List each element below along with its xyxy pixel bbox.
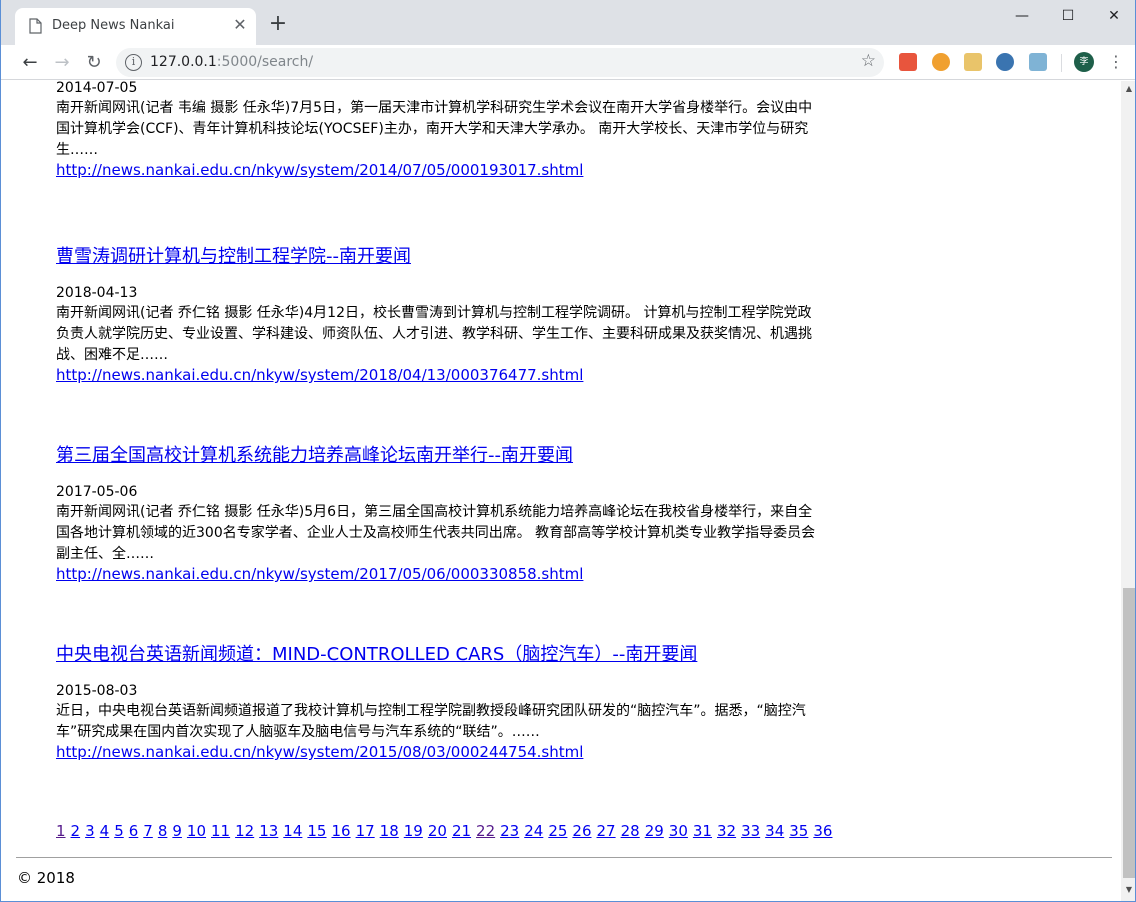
extension-fox-icon[interactable] (932, 53, 950, 71)
footer-divider (16, 857, 1112, 858)
result-date: 2017-05-06 (56, 484, 138, 500)
page-link-20[interactable]: 20 (428, 822, 447, 840)
page-link-25[interactable]: 25 (548, 822, 567, 840)
page-link-6[interactable]: 6 (129, 822, 139, 840)
result-title-link[interactable]: 曹雪涛调研计算机与控制工程学院--南开要闻 (56, 245, 816, 269)
page-link-26[interactable]: 26 (572, 822, 591, 840)
scrollbar-thumb[interactable] (1123, 588, 1135, 878)
tab-title: Deep News Nankai (52, 18, 175, 33)
profile-avatar[interactable]: 李 (1074, 52, 1094, 72)
forward-arrow-icon[interactable]: → (48, 49, 76, 77)
search-result: 第三届全国高校计算机系统能力培养高峰论坛南开举行--南开要闻 2017-05-0… (56, 444, 816, 584)
page-link-11[interactable]: 11 (211, 822, 230, 840)
result-url-link[interactable]: http://news.nankai.edu.cn/nkyw/system/20… (56, 565, 816, 584)
page-link-21[interactable]: 21 (452, 822, 471, 840)
page-link-19[interactable]: 19 (404, 822, 423, 840)
page-link-5[interactable]: 5 (114, 822, 124, 840)
page-link-17[interactable]: 17 (356, 822, 375, 840)
extension-python-icon[interactable] (996, 53, 1014, 71)
menu-dots-icon[interactable]: ⋮ (1107, 50, 1125, 74)
page-link-10[interactable]: 10 (187, 822, 206, 840)
page-link-36[interactable]: 36 (813, 822, 832, 840)
result-url-link[interactable]: http://news.nankai.edu.cn/nkyw/system/20… (56, 161, 816, 180)
browser-toolbar: ← → ↻ i 127.0.0.1:5000/search/ ☆ 李 ⋮ (1, 45, 1135, 80)
page-link-31[interactable]: 31 (693, 822, 712, 840)
page-link-34[interactable]: 34 (765, 822, 784, 840)
page-link-22[interactable]: 22 (476, 822, 495, 840)
page-link-7[interactable]: 7 (143, 822, 153, 840)
result-date: 2018-04-13 (56, 285, 138, 301)
result-date: 2015-08-03 (56, 683, 138, 699)
address-bar[interactable]: i 127.0.0.1:5000/search/ ☆ (116, 48, 884, 77)
tab-strip: Deep News Nankai ✕ + — ☐ ✕ (1, 0, 1135, 45)
browser-tab[interactable]: Deep News Nankai ✕ (15, 8, 256, 45)
result-snippet: 南开新闻网讯(记者 韦编 摄影 任永华)7月5日，第一届天津市计算机学科研究生学… (56, 100, 813, 158)
vertical-scrollbar[interactable]: ▲ ▼ (1121, 81, 1135, 901)
page-link-4[interactable]: 4 (100, 822, 110, 840)
page-link-3[interactable]: 3 (85, 822, 95, 840)
result-snippet: 近日，中央电视台英语新闻频道报道了我校计算机与控制工程学院副教授段峰研究团队研发… (56, 703, 806, 740)
browser-window: Deep News Nankai ✕ + — ☐ ✕ ← → ↻ i 127.0… (0, 0, 1136, 902)
page-link-18[interactable]: 18 (380, 822, 399, 840)
extension-dictionary-icon[interactable] (964, 53, 982, 71)
page-link-2[interactable]: 2 (71, 822, 81, 840)
page-link-24[interactable]: 24 (524, 822, 543, 840)
extension-office-icon[interactable] (899, 53, 917, 71)
page-link-35[interactable]: 35 (789, 822, 808, 840)
page-link-8[interactable]: 8 (158, 822, 168, 840)
page-link-27[interactable]: 27 (597, 822, 616, 840)
scroll-down-arrow-icon[interactable]: ▼ (1121, 882, 1135, 898)
bookmark-star-icon[interactable]: ☆ (861, 51, 876, 71)
page-link-13[interactable]: 13 (259, 822, 278, 840)
page-link-29[interactable]: 29 (645, 822, 664, 840)
page-link-16[interactable]: 16 (331, 822, 350, 840)
page-link-30[interactable]: 30 (669, 822, 688, 840)
result-date: 2014-07-05 (56, 81, 138, 96)
close-tab-icon[interactable]: ✕ (231, 16, 249, 34)
result-snippet: 南开新闻网讯(记者 乔仁铭 摄影 任永华)4月12日，校长曹雪涛到计算机与控制工… (56, 305, 812, 363)
page-link-12[interactable]: 12 (235, 822, 254, 840)
scroll-up-arrow-icon[interactable]: ▲ (1121, 81, 1135, 97)
toolbar-divider (1061, 54, 1062, 72)
copyright-footer: © 2018 (17, 869, 75, 887)
site-info-icon[interactable]: i (125, 54, 142, 71)
page-link-33[interactable]: 33 (741, 822, 760, 840)
search-result: 曹雪涛调研计算机与控制工程学院--南开要闻 2018-04-13 南开新闻网讯(… (56, 245, 816, 385)
close-window-button[interactable]: ✕ (1091, 0, 1135, 32)
result-snippet: 南开新闻网讯(记者 乔仁铭 摄影 任永华)5月6日，第三届全国高校计算机系统能力… (56, 504, 816, 562)
maximize-button[interactable]: ☐ (1045, 0, 1091, 32)
back-arrow-icon[interactable]: ← (16, 49, 44, 77)
page-link-9[interactable]: 9 (172, 822, 182, 840)
reload-icon[interactable]: ↻ (80, 49, 108, 77)
page-link-1[interactable]: 1 (56, 822, 66, 840)
page-icon (29, 18, 42, 34)
result-title-link[interactable]: 中央电视台英语新闻频道：MIND-CONTROLLED CARS（脑控汽车）--… (56, 643, 816, 667)
result-url-link[interactable]: http://news.nankai.edu.cn/nkyw/system/20… (56, 366, 816, 385)
page-content: 2014-07-05 南开新闻网讯(记者 韦编 摄影 任永华)7月5日，第一届天… (1, 81, 1121, 901)
url-text[interactable]: 127.0.0.1:5000/search/ (150, 54, 313, 70)
pagination: 1 2 3 4 5 6 7 8 9 10 11 12 13 14 15 16 17 18 19 20 21 22 23 24 2… (56, 822, 837, 840)
new-tab-button[interactable]: + (267, 13, 289, 35)
minimize-button[interactable]: — (999, 0, 1045, 32)
search-result: 中央电视台英语新闻频道：MIND-CONTROLLED CARS（脑控汽车）--… (56, 643, 816, 762)
page-link-32[interactable]: 32 (717, 822, 736, 840)
page-link-23[interactable]: 23 (500, 822, 519, 840)
result-title-link[interactable]: 第三届全国高校计算机系统能力培养高峰论坛南开举行--南开要闻 (56, 444, 816, 468)
extension-scholar-icon[interactable] (1029, 53, 1047, 71)
page-link-28[interactable]: 28 (621, 822, 640, 840)
page-link-14[interactable]: 14 (283, 822, 302, 840)
search-result: 2014-07-05 南开新闻网讯(记者 韦编 摄影 任永华)7月5日，第一届天… (56, 81, 816, 180)
page-link-15[interactable]: 15 (307, 822, 326, 840)
result-url-link[interactable]: http://news.nankai.edu.cn/nkyw/system/20… (56, 743, 816, 762)
